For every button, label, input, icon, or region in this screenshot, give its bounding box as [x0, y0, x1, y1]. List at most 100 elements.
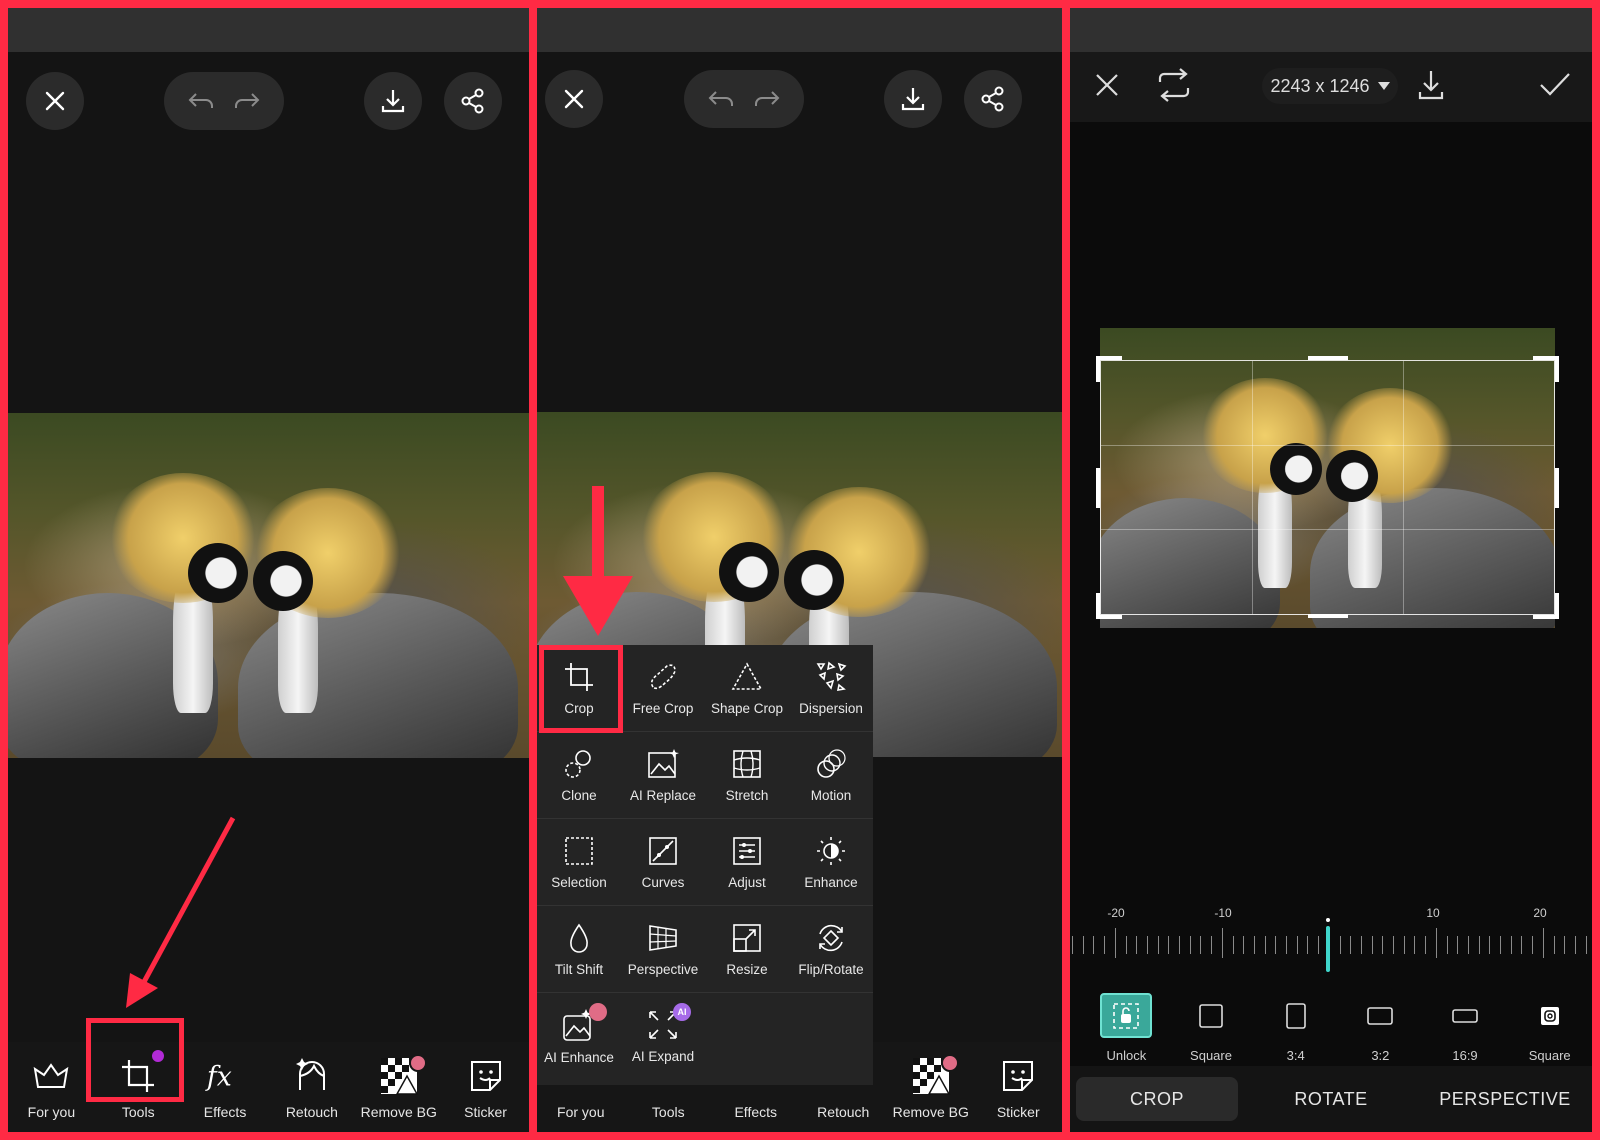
tool-motion[interactable]: Motion	[789, 732, 873, 819]
image-size-dropdown[interactable]: 2243 x 1246	[1262, 68, 1398, 104]
share-button[interactable]	[444, 72, 502, 130]
toolbar-remove-bg[interactable]: Remove BG	[357, 1054, 441, 1120]
tool-selection[interactable]: Selection	[537, 819, 621, 906]
tool-label: Free Crop	[632, 700, 694, 716]
crop-frame[interactable]	[1100, 360, 1555, 615]
aspect-label: 3:2	[1371, 1048, 1390, 1063]
aspect-unlock[interactable]: Unlock	[1084, 993, 1169, 1063]
share-button[interactable]	[964, 70, 1022, 128]
instagram-icon	[1540, 1006, 1559, 1025]
toolbar-for-you[interactable]: For you	[9, 1056, 93, 1120]
tool-resize[interactable]: Resize	[705, 906, 789, 993]
crop-corner-top-right[interactable]	[1533, 356, 1559, 382]
toolbar-label: For you	[557, 1104, 605, 1120]
bird-head-right	[253, 551, 313, 611]
aspect-3-2[interactable]: 3:2	[1338, 993, 1423, 1063]
toolbar-retouch[interactable]: Retouch	[270, 1056, 354, 1120]
undo-icon[interactable]	[706, 87, 736, 111]
ruler-tick	[1136, 936, 1138, 954]
toolbar-remove-bg[interactable]: Remove BG	[889, 1054, 973, 1120]
ruler-tick	[1542, 928, 1544, 958]
dispersion-icon	[816, 661, 847, 691]
tab-crop[interactable]: CROP	[1076, 1077, 1238, 1121]
tool-label: Perspective	[627, 961, 699, 977]
rotation-ruler[interactable]: -20 -10 10 20	[1070, 906, 1592, 976]
undo-icon[interactable]	[186, 89, 216, 113]
ruler-tick	[1104, 936, 1106, 954]
tool-label: Shape Crop	[710, 700, 784, 716]
tool-curves[interactable]: Curves	[621, 819, 705, 906]
ruler-tick	[1221, 928, 1223, 958]
aspect-square[interactable]: Square	[1169, 993, 1254, 1063]
ruler-tick	[1382, 936, 1384, 954]
face-icon	[295, 1058, 325, 1090]
redo-icon[interactable]	[752, 87, 782, 111]
tab-rotate[interactable]: ROTATE	[1250, 1077, 1412, 1121]
motion-icon	[817, 748, 846, 778]
tool-ai-expand[interactable]: AI AI Expand	[621, 993, 705, 1080]
ruler-tick	[1521, 936, 1523, 954]
aspect-16-9[interactable]: 16:9	[1423, 993, 1508, 1063]
ruler-tick	[1350, 936, 1352, 954]
tool-shape-crop[interactable]: Shape Crop	[705, 645, 789, 732]
caret-down-icon	[1377, 82, 1390, 90]
ruler-tick	[1286, 936, 1287, 954]
ruler-tick	[1510, 936, 1512, 954]
checkmark-icon[interactable]	[1538, 70, 1572, 100]
redo-icon[interactable]	[232, 89, 262, 113]
close-icon[interactable]	[1092, 70, 1122, 100]
editor-panel-tools: For you Tools Effects Retouch Remove BG …	[537, 8, 1062, 1132]
tool-tilt-shift[interactable]: Tilt Shift	[537, 906, 621, 993]
tool-ai-enhance[interactable]: AI Enhance	[537, 993, 621, 1080]
tool-clone[interactable]: Clone	[537, 732, 621, 819]
crop-corner-top-left[interactable]	[1096, 356, 1122, 382]
close-icon	[45, 91, 65, 111]
tool-dispersion[interactable]: Dispersion	[789, 645, 873, 732]
ruler-tick	[1200, 936, 1202, 954]
crop-handle-right[interactable]	[1555, 468, 1559, 508]
download-button[interactable]	[364, 72, 422, 130]
toolbar-label: Tools	[651, 1104, 685, 1120]
swap-orientation-icon[interactable]	[1156, 68, 1192, 102]
share-icon	[461, 88, 484, 114]
tool-perspective[interactable]: Perspective	[621, 906, 705, 993]
close-button[interactable]	[545, 70, 603, 128]
toolbar-sticker[interactable]: Sticker	[976, 1056, 1060, 1120]
tab-perspective[interactable]: PERSPECTIVE	[1424, 1077, 1586, 1121]
download-button[interactable]	[884, 70, 942, 128]
ruler-tick	[1318, 936, 1320, 954]
tool-stretch[interactable]: Stretch	[705, 732, 789, 819]
crop-handle-left[interactable]	[1096, 468, 1100, 508]
ruler-indicator[interactable]	[1326, 926, 1330, 972]
aspect-label: Square	[1528, 1048, 1571, 1063]
photo-canvas[interactable]	[8, 413, 529, 758]
enhance-icon	[817, 836, 845, 865]
tool-ai-replace[interactable]: AI Replace	[621, 732, 705, 819]
toolbar-effects[interactable]: fx Effects	[183, 1056, 267, 1120]
tool-flip-rotate[interactable]: Flip/Rotate	[789, 906, 873, 993]
toolbar-label: Effects	[203, 1104, 247, 1120]
crop-handle-bottom[interactable]	[1308, 614, 1348, 618]
premium-badge	[589, 1003, 607, 1021]
status-bar	[537, 8, 1062, 52]
crop-handle-top[interactable]	[1308, 356, 1348, 360]
download-icon[interactable]	[1416, 68, 1446, 102]
unlock-icon	[1113, 1002, 1140, 1029]
ruler-tick	[1435, 928, 1437, 958]
crop-corner-bottom-right[interactable]	[1533, 593, 1559, 619]
ai-replace-icon	[648, 748, 679, 778]
close-button[interactable]	[26, 72, 84, 130]
tool-adjust[interactable]: Adjust	[705, 819, 789, 906]
tool-label: Stretch	[725, 787, 769, 803]
tool-enhance[interactable]: Enhance	[789, 819, 873, 906]
tool-free-crop[interactable]: Free Crop	[621, 645, 705, 732]
crop-corner-bottom-left[interactable]	[1096, 593, 1122, 619]
resize-icon	[733, 923, 761, 952]
aspect-instagram-square[interactable]: Square	[1507, 993, 1592, 1063]
toolbar-label: For you	[27, 1104, 76, 1120]
clone-icon	[565, 749, 591, 778]
aspect-3-4[interactable]: 3:4	[1253, 993, 1338, 1063]
toolbar-sticker[interactable]: Sticker	[444, 1056, 528, 1120]
tool-label: Selection	[551, 874, 607, 890]
ruler-tick	[1275, 936, 1277, 954]
